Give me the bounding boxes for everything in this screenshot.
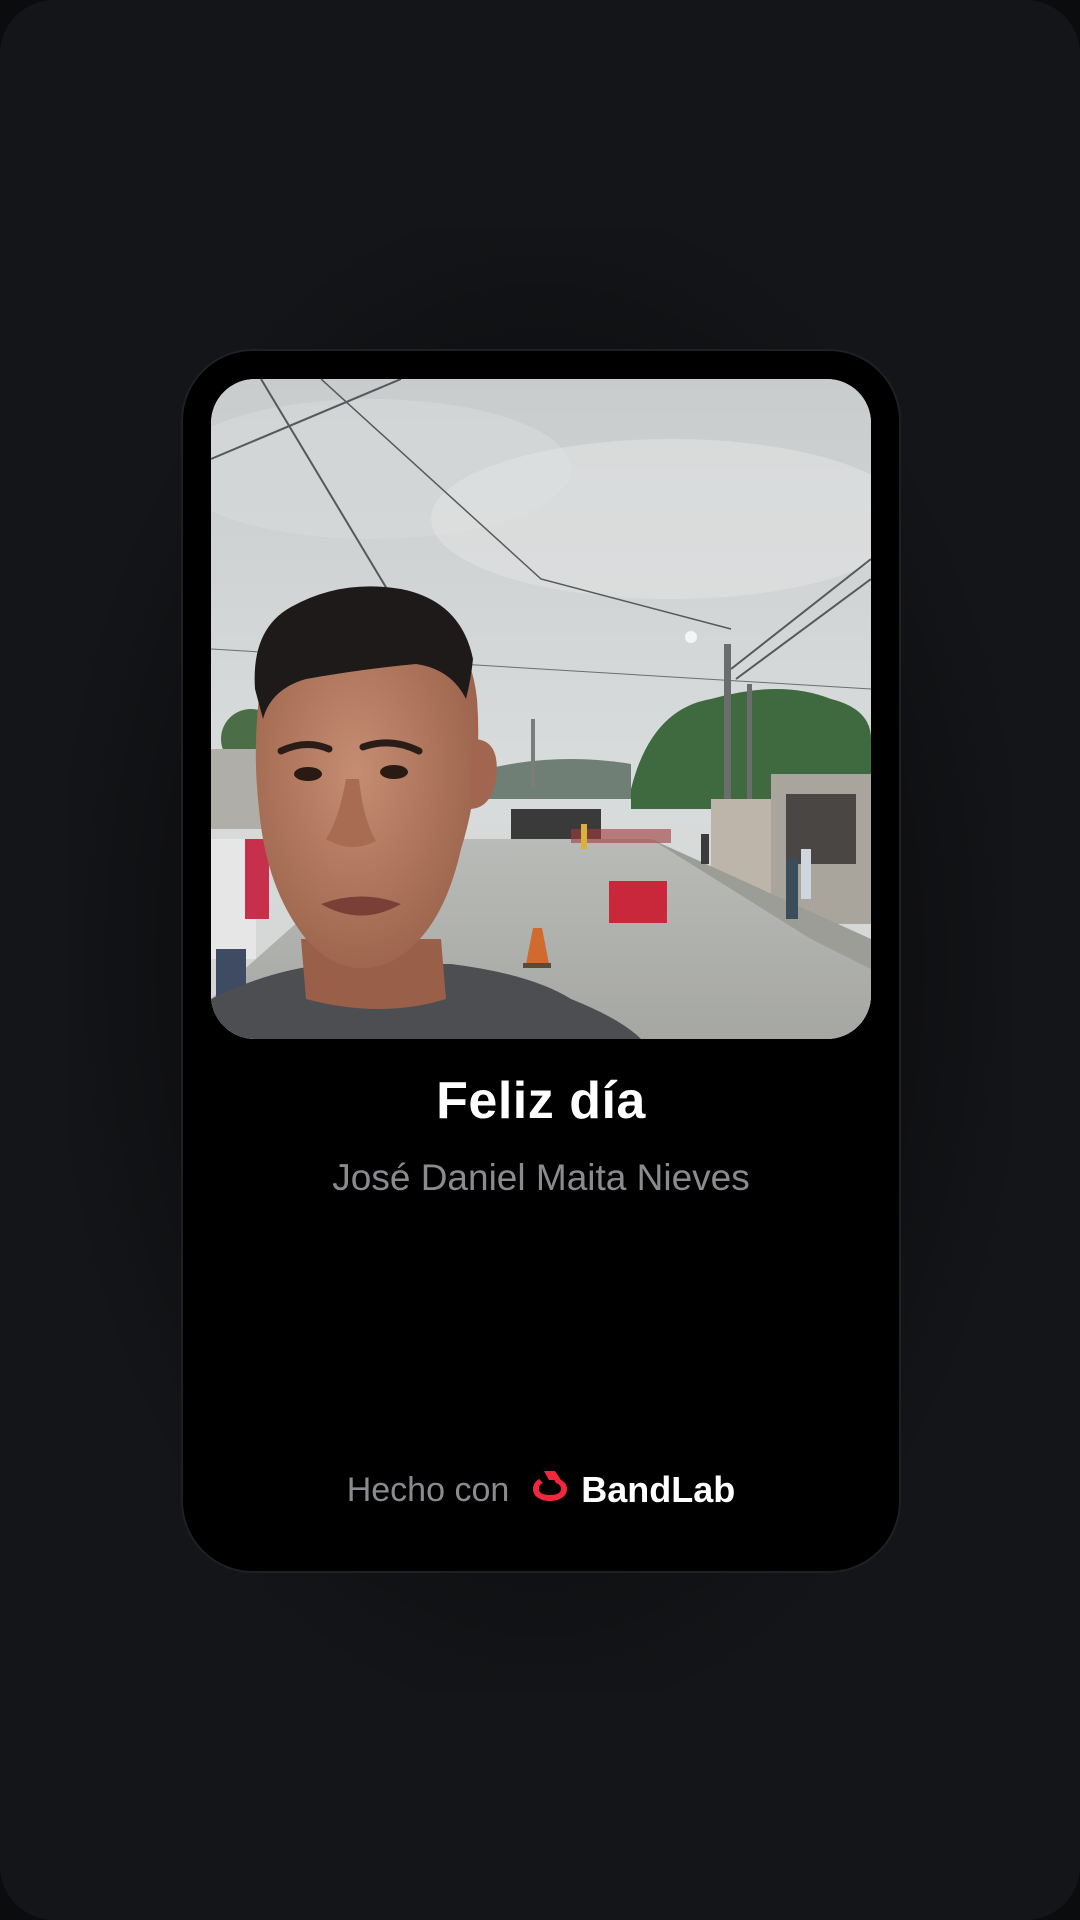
made-with-label: Hecho con xyxy=(346,1470,510,1509)
made-with-footer[interactable]: Hecho con BandLab xyxy=(183,1469,899,1511)
card-title: Feliz día xyxy=(436,1072,646,1130)
brand-name: BandLab xyxy=(581,1469,736,1510)
app-screen: Feliz día José Daniel Maita Nieves Hecho… xyxy=(0,0,1080,1920)
brand[interactable]: BandLab xyxy=(529,1469,735,1511)
bandlab-logo-icon xyxy=(529,1469,571,1511)
recipient-name: José Daniel Maita Nieves xyxy=(332,1157,750,1198)
profile-photo xyxy=(211,379,871,1039)
greeting-card: Feliz día José Daniel Maita Nieves Hecho… xyxy=(181,349,901,1573)
